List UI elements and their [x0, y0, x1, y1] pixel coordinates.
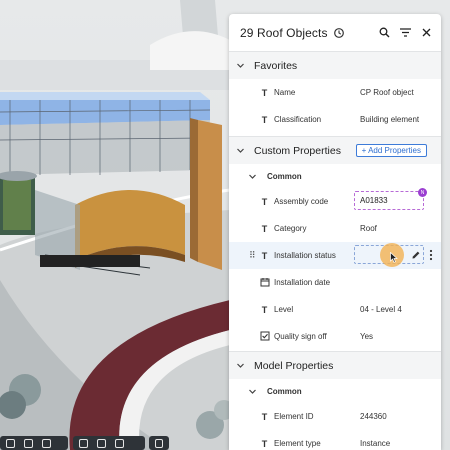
property-label: Classification [274, 115, 322, 124]
text-type-icon: T [261, 250, 268, 261]
drag-handle-icon[interactable]: ⠿ [249, 250, 256, 261]
property-row-category[interactable]: T Category Roof [229, 215, 441, 242]
text-type-icon: T [261, 114, 268, 125]
chevron-down-icon [248, 387, 257, 396]
viewer-toolbar-left[interactable] [0, 436, 68, 450]
properties-panel: 29 Roof Objects Favorites T Name CP Roof… [229, 14, 441, 450]
chevron-down-icon [236, 146, 245, 155]
close-icon[interactable] [420, 27, 432, 39]
toolbar-orbit-icon[interactable] [115, 438, 124, 448]
add-properties-button[interactable]: + Add Properties [355, 144, 427, 157]
property-value: 04 - Level 4 [360, 305, 402, 314]
property-label: Level [274, 305, 294, 314]
text-type-icon: T [261, 223, 268, 234]
property-row-installation-date[interactable]: Installation date [229, 269, 441, 296]
chevron-down-icon [236, 361, 245, 370]
property-value: 244360 [360, 412, 387, 421]
object-count: 29 [240, 25, 254, 40]
more-options-icon[interactable] [429, 249, 433, 261]
collaborator-badge: N [418, 188, 427, 197]
chevron-down-icon [248, 172, 257, 181]
toolbar-fit-icon[interactable] [24, 438, 33, 448]
section-model-properties[interactable]: Model Properties [229, 351, 441, 379]
property-label: Installation date [274, 278, 331, 287]
property-value: Building element [360, 115, 420, 124]
property-row-element-type[interactable]: T Element type Instance [229, 430, 441, 450]
text-type-icon: T [261, 438, 268, 449]
calendar-icon [259, 277, 270, 289]
property-row-level[interactable]: T Level 04 - Level 4 [229, 296, 441, 323]
toolbar-settings-icon[interactable] [42, 438, 51, 448]
group-common[interactable]: Common [229, 164, 441, 188]
search-icon[interactable] [378, 27, 390, 39]
chevron-down-icon [236, 61, 245, 70]
property-row-element-id[interactable]: T Element ID 244360 [229, 403, 441, 430]
property-row-installation-status[interactable]: ⠿ T Installation status [229, 242, 441, 269]
property-label: Installation status [274, 251, 336, 260]
viewer-toolbar-right[interactable] [149, 436, 169, 450]
property-label: Element type [274, 439, 321, 448]
checkbox-icon [259, 331, 270, 343]
panel-title: 29 Roof Objects [240, 26, 328, 40]
property-row-assembly-code[interactable]: T Assembly code A01833 N [229, 188, 441, 215]
property-label: Name [274, 88, 296, 97]
assembly-code-field[interactable]: A01833 N [354, 188, 427, 210]
mouse-cursor-icon [390, 251, 398, 265]
viewer-toolbar-center[interactable] [73, 436, 145, 450]
section-title: Model Properties [254, 359, 334, 372]
group-title: Common [267, 386, 302, 396]
edit-pencil-icon[interactable] [411, 250, 421, 260]
section-title: Custom Properties [254, 144, 341, 157]
filter-icon[interactable] [399, 27, 411, 39]
property-value: CP Roof object [360, 88, 414, 97]
property-row-name[interactable]: T Name CP Roof object [229, 79, 441, 106]
text-type-icon: T [261, 304, 268, 315]
section-custom-properties[interactable]: Custom Properties + Add Properties [229, 136, 441, 164]
panel-header: 29 Roof Objects [229, 14, 441, 51]
property-label: Category [274, 224, 307, 233]
field-value: A01833 [360, 196, 388, 205]
property-label: Quality sign off [274, 332, 327, 341]
toolbar-view-icon[interactable] [6, 438, 15, 448]
property-row-classification[interactable]: T Classification Building element [229, 106, 441, 133]
property-value: Instance [360, 439, 391, 448]
text-type-icon: T [261, 87, 268, 98]
history-icon[interactable] [333, 27, 345, 39]
section-favorites[interactable]: Favorites [229, 51, 441, 79]
property-label: Assembly code [274, 197, 329, 206]
section-title: Favorites [254, 59, 298, 72]
group-title: Common [267, 171, 302, 181]
toolbar-walk-icon[interactable] [97, 438, 106, 448]
text-type-icon: T [261, 196, 268, 207]
text-type-icon: T [261, 411, 268, 422]
property-label: Element ID [274, 412, 314, 421]
property-row-quality-sign-off[interactable]: Quality sign off Yes [229, 323, 441, 350]
group-common[interactable]: Common [229, 379, 441, 403]
property-value: Roof [360, 224, 377, 233]
toolbar-home-icon[interactable] [79, 438, 88, 448]
object-type: Roof Objects [257, 25, 328, 40]
property-value: Yes [360, 332, 374, 341]
toolbar-properties-icon[interactable] [155, 438, 163, 448]
